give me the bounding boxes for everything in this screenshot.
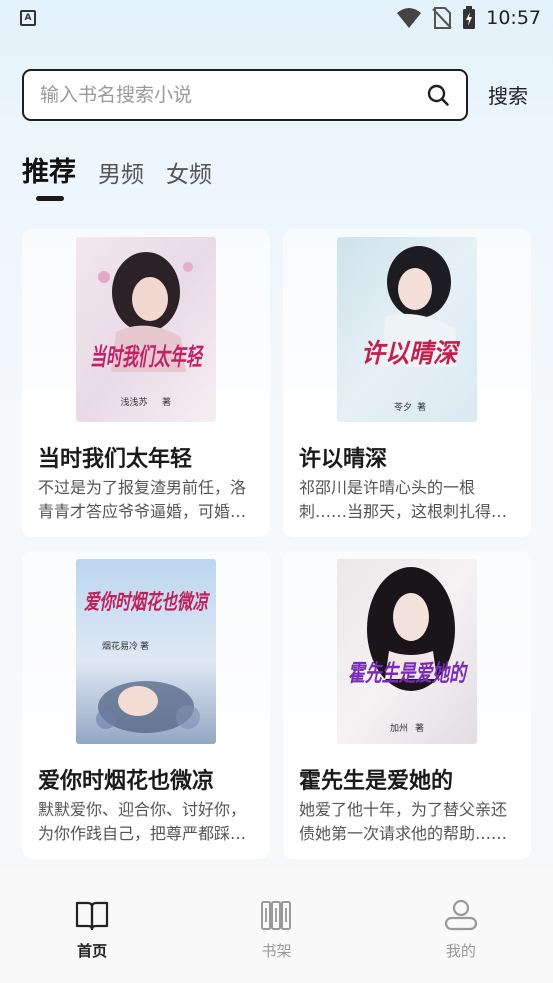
cover-image: 当时我们太年轻 浅浅苏 著 [76, 237, 216, 422]
bookshelf-icon [261, 901, 292, 930]
cover-title: 许以晴深 [361, 339, 461, 369]
search-bar[interactable] [22, 69, 468, 121]
battery-charging-icon [463, 6, 476, 29]
status-icons: 10:57 [396, 6, 541, 30]
cover-author: 加州 [390, 723, 408, 734]
tab-label: 推荐 [22, 157, 76, 188]
user-icon [444, 899, 477, 931]
book-cover[interactable]: 许以晴深 苓夕 著 [337, 237, 477, 422]
nav-bookshelf[interactable]: 书架 [184, 870, 368, 983]
clock: 10:57 [486, 7, 541, 29]
book-cover[interactable]: 爱你时烟花也微凉 烟花易冷 著 [76, 559, 216, 744]
book-title[interactable]: 许以晴深 [299, 441, 387, 473]
cover-author: 苓夕 [394, 401, 412, 413]
nav-label: 我的 [445, 942, 476, 960]
book-card[interactable]: 霍先生是爱她的 加州 著 霍先生是爱她的 她爱了他十年，为了替父亲还债她第一次请… [283, 551, 531, 859]
cover-author: 烟花易冷 [102, 640, 138, 652]
cover-image: 爱你时烟花也微凉 烟花易冷 著 [76, 559, 216, 744]
wifi-icon [397, 8, 422, 28]
cover-title: 霍先生是爱她的 [348, 661, 468, 687]
book-description: 默默爱你、迎合你、讨好你，为你作践自己，把尊严都踩在脚下 [38, 800, 247, 843]
book-cover[interactable]: 当时我们太年轻 浅浅苏 著 [76, 237, 216, 422]
tab-male[interactable]: 男频 [98, 155, 144, 201]
cover-author-suffix: 著 [140, 640, 149, 652]
cover-author: 浅浅苏 [120, 396, 147, 408]
book-description: 她爱了他十年，为了替父亲还债她第一次请求他的帮助…… [299, 800, 508, 843]
book-title[interactable]: 爱你时烟花也微凉 [38, 763, 214, 795]
cover-title: 爱你时烟花也微凉 [84, 590, 210, 614]
cover-author-suffix: 著 [162, 396, 171, 408]
nav-label: 书架 [261, 942, 292, 960]
book-cover[interactable]: 霍先生是爱她的 加州 著 [337, 559, 477, 744]
book-description: 祁邵川是许晴心头的一根刺……当那天，这根刺扎得她鲜血淋漓 [299, 478, 508, 521]
search-input[interactable] [40, 84, 426, 106]
nav-home[interactable]: 首页 [0, 870, 184, 983]
search-icon[interactable] [426, 83, 450, 107]
cover-author-suffix: 著 [415, 722, 424, 734]
cover-author-suffix: 著 [417, 401, 426, 413]
tab-active-indicator [36, 196, 64, 201]
cover-image: 霍先生是爱她的 加州 著 [337, 559, 477, 744]
status-bar: A 10:57 [0, 0, 553, 38]
book-card[interactable]: 许以晴深 苓夕 著 许以晴深 祁邵川是许晴心头的一根刺……当那天，这根刺扎得她鲜… [283, 229, 531, 537]
book-title[interactable]: 当时我们太年轻 [38, 441, 192, 473]
cover-image: 许以晴深 苓夕 著 [337, 237, 477, 422]
book-card[interactable]: 当时我们太年轻 浅浅苏 著 当时我们太年轻 不过是为了报复渣男前任，洛青青才答应… [22, 229, 270, 537]
app-notification-icon: A [20, 10, 36, 26]
search-button[interactable]: 搜索 [488, 80, 528, 109]
tab-label: 女频 [166, 162, 212, 188]
cover-title: 当时我们太年轻 [90, 343, 204, 371]
book-description: 不过是为了报复渣男前任，洛青青才答应爷爷逼婚，可婚后…… [38, 478, 247, 521]
tab-label: 男频 [98, 162, 144, 188]
nav-label: 首页 [77, 942, 108, 960]
no-sim-icon [432, 7, 452, 29]
book-title[interactable]: 霍先生是爱她的 [299, 763, 453, 795]
tab-female[interactable]: 女频 [166, 155, 212, 201]
tab-recommended[interactable]: 推荐 [22, 150, 76, 201]
book-open-icon [76, 901, 109, 931]
bottom-navigation: 首页 书架 我的 [0, 870, 553, 983]
category-tabs: 推荐 男频 女频 [22, 150, 212, 201]
book-card[interactable]: 爱你时烟花也微凉 烟花易冷 著 爱你时烟花也微凉 默默爱你、迎合你、讨好你，为你… [22, 551, 270, 859]
nav-profile[interactable]: 我的 [369, 870, 553, 983]
